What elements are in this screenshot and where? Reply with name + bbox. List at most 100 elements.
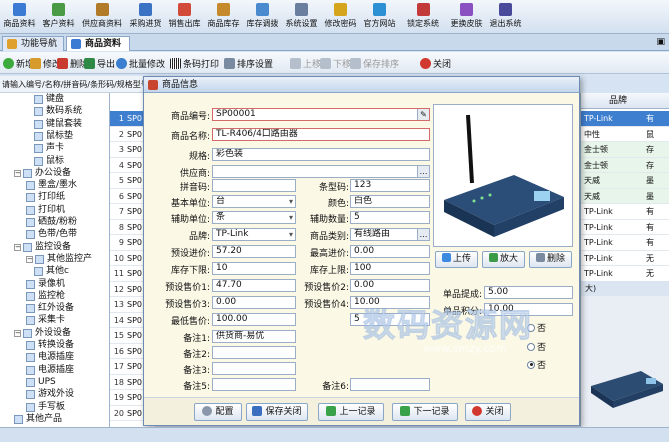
table-row[interactable]: 中性 鼠: [581, 127, 669, 142]
menu-item-shop[interactable]: 销售出库: [165, 0, 204, 34]
tab-function-nav[interactable]: 功能导航: [2, 36, 64, 51]
table-row[interactable]: 天威 墨: [581, 188, 669, 204]
zoom-button[interactable]: 放大: [482, 251, 525, 268]
close-button[interactable]: 关闭: [420, 56, 451, 70]
tree-node[interactable]: 硒鼓/粉粉: [26, 216, 77, 229]
collapse-icon[interactable]: −: [26, 255, 33, 263]
menu-item-cart[interactable]: 采购进货: [126, 0, 165, 34]
price1-field[interactable]: 47.70: [212, 279, 296, 292]
menu-item-grid[interactable]: 商品资料: [0, 0, 39, 34]
tree-node[interactable]: 键盘: [34, 93, 64, 106]
search-hint[interactable]: 请输入编号/名称/拼音码/条形码/规格型号: [0, 76, 143, 93]
points-field[interactable]: 10.00: [484, 303, 573, 316]
table-row[interactable]: TP-Link 有: [581, 111, 669, 127]
max-buy-field[interactable]: 0.00: [350, 245, 430, 258]
tree-node[interactable]: 其他产品: [14, 413, 62, 426]
table-row[interactable]: TP-Link 无: [581, 266, 669, 282]
menu-item-people[interactable]: 客户资料: [39, 0, 78, 34]
tree-node[interactable]: − 外设设备: [14, 327, 71, 340]
table-row[interactable]: TP-Link 有: [581, 235, 669, 251]
option-no-radio-1[interactable]: 否: [527, 321, 546, 334]
min-sell-field[interactable]: 100.00: [212, 313, 296, 326]
aux-qty-field[interactable]: 5: [350, 211, 430, 224]
menu-item-lock[interactable]: 锁定系统: [399, 0, 447, 34]
batch-edit-button[interactable]: 批量修改: [116, 56, 165, 70]
edit-pencil-icon[interactable]: ✎: [417, 109, 429, 120]
tree-node[interactable]: 声卡: [34, 142, 64, 155]
spec-field[interactable]: 彩色装: [212, 148, 430, 161]
tree-node[interactable]: 电源插座: [26, 351, 74, 364]
tree-node[interactable]: 转换设备: [26, 339, 74, 352]
brand-column-header[interactable]: 品牌: [581, 93, 669, 109]
tree-node[interactable]: 电源插座: [26, 364, 74, 377]
collapse-icon[interactable]: −: [14, 243, 21, 251]
close-tab-icon[interactable]: ▣: [656, 37, 665, 47]
tree-node[interactable]: − 其他监控产: [26, 253, 92, 266]
option-no-radio-3[interactable]: 否: [527, 358, 546, 371]
table-row[interactable]: 天威 墨: [581, 173, 669, 189]
brand-select[interactable]: TP-Link: [212, 228, 296, 241]
tree-node[interactable]: 墨盒/墨水: [26, 179, 77, 192]
menu-item-gear[interactable]: 系统设置: [282, 0, 321, 34]
category-field[interactable]: 有线路由…: [350, 228, 430, 241]
tree-node[interactable]: 采集卡: [26, 314, 65, 327]
table-row[interactable]: TP-Link 有: [581, 220, 669, 235]
tree-node[interactable]: 红外设备: [26, 302, 74, 315]
supplier-field[interactable]: …: [212, 165, 430, 178]
tree-node[interactable]: 手写板: [26, 401, 65, 414]
table-row[interactable]: TP-Link 有: [581, 204, 669, 220]
browse-icon[interactable]: …: [417, 229, 429, 240]
tree-node[interactable]: 录像机: [26, 278, 65, 291]
tree-node[interactable]: 打印纸: [26, 191, 65, 204]
menu-item-box[interactable]: 商品库存: [204, 0, 243, 34]
commission-field[interactable]: 5.00: [484, 286, 573, 299]
table-row[interactable]: 金士顿 存: [581, 157, 669, 173]
save-close-button[interactable]: 保存关闭: [246, 403, 308, 421]
price3-field[interactable]: 0.00: [212, 296, 296, 309]
preset-buy-field[interactable]: 57.20: [212, 245, 296, 258]
table-row[interactable]: 金士顿 存: [581, 142, 669, 158]
tree-node[interactable]: 鼠标: [34, 155, 64, 168]
note2-field[interactable]: [212, 346, 296, 359]
tree-node[interactable]: 数码系统: [34, 105, 82, 118]
browse-icon[interactable]: …: [417, 166, 429, 177]
unit-select[interactable]: 台: [212, 195, 296, 208]
color-field[interactable]: 白色: [350, 195, 430, 208]
collapse-icon[interactable]: −: [14, 329, 21, 337]
menu-item-key[interactable]: 修改密码: [321, 0, 360, 34]
delete-photo-button[interactable]: 删除: [529, 251, 572, 268]
upload-button[interactable]: 上传: [435, 251, 478, 268]
table-row[interactable]: TP-Link 无: [581, 251, 669, 266]
tree-node[interactable]: 监控枪: [26, 290, 65, 303]
tree-node[interactable]: 色带/色带: [26, 228, 77, 241]
price4-field[interactable]: 10.00: [350, 296, 430, 309]
menu-item-truck[interactable]: 供应商资料: [78, 0, 126, 34]
menu-item-palette[interactable]: 更换皮肤: [447, 0, 486, 34]
code-field[interactable]: SP00001 ✎: [212, 108, 430, 121]
note1-field[interactable]: 供货商-易优: [212, 330, 296, 343]
collapse-icon[interactable]: −: [14, 169, 21, 177]
menu-item-transfer[interactable]: 库存调拨: [243, 0, 282, 34]
save-sort-button[interactable]: 保存排序: [350, 56, 399, 70]
move-down-button[interactable]: 下移: [320, 56, 351, 70]
config-button[interactable]: 配置: [194, 403, 242, 421]
next-record-button[interactable]: 下一记录: [392, 403, 458, 421]
move-up-button[interactable]: 上移: [290, 56, 321, 70]
tab-product-data[interactable]: 商品资料: [66, 36, 130, 51]
aux-unit-select[interactable]: 条: [212, 211, 296, 224]
note6-field[interactable]: [350, 378, 430, 391]
barcode-field[interactable]: 123: [350, 179, 430, 192]
option-no-radio-2[interactable]: 否: [527, 340, 546, 353]
stock-high-field[interactable]: 100: [350, 262, 430, 275]
pinyin-field[interactable]: [212, 179, 296, 192]
stock-low-field[interactable]: 10: [212, 262, 296, 275]
barcode-print-button[interactable]: 条码打印: [170, 56, 219, 70]
note3-field[interactable]: [212, 362, 296, 375]
menu-item-exit[interactable]: 退出系统: [486, 0, 525, 34]
close-dialog-button[interactable]: 关闭: [465, 403, 511, 421]
price2-field[interactable]: 0.00: [350, 279, 430, 292]
tree-node[interactable]: 其他c: [34, 265, 69, 278]
note5-field[interactable]: [212, 378, 296, 391]
tree-node[interactable]: − 监控设备: [14, 241, 71, 254]
tree-node[interactable]: 键鼠套装: [34, 118, 82, 131]
